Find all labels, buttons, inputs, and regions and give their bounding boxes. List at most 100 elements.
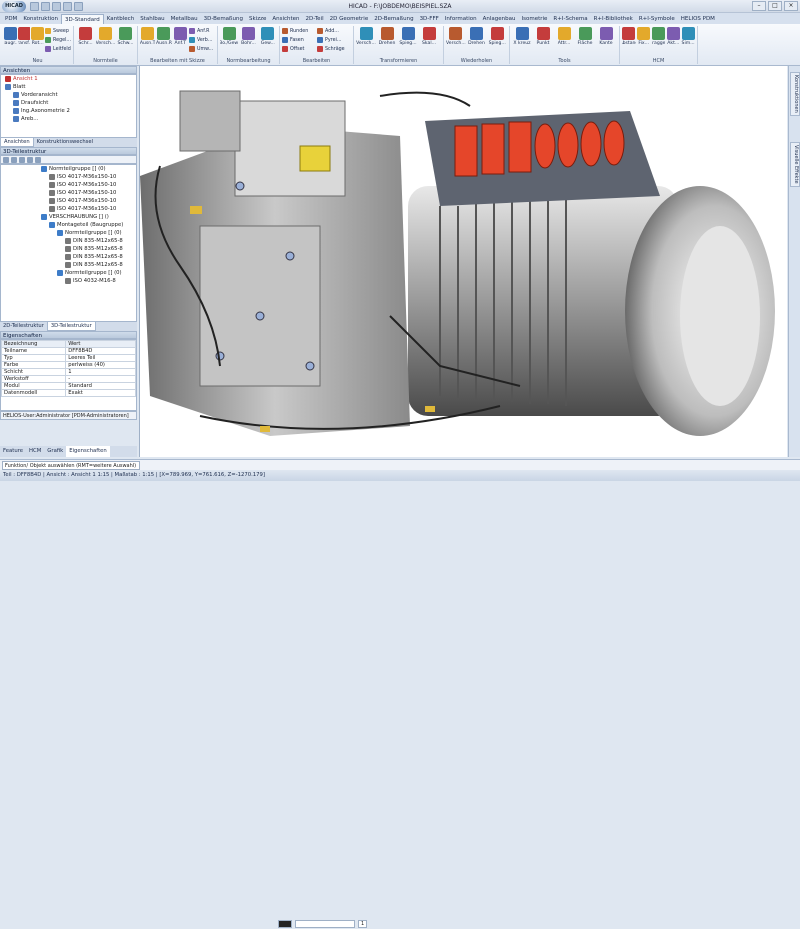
props-row[interactable]: Farbe perlweiss (40) <box>1 361 136 369</box>
ribbon-small-button[interactable]: Schräge <box>317 45 351 53</box>
ribbon-small-button[interactable]: Fasen <box>282 36 316 44</box>
ribbon-tab[interactable]: 3D-FFF <box>417 14 442 24</box>
undo-icon[interactable] <box>63 2 72 11</box>
ribbon-small-button[interactable]: Verb... <box>188 36 215 44</box>
props-row[interactable]: Datenmodell Exakt <box>1 389 136 397</box>
save-icon[interactable] <box>52 2 61 11</box>
ribbon-tab[interactable]: Information <box>442 14 480 24</box>
3d-viewport[interactable] <box>139 66 787 457</box>
props-row[interactable]: Modul Standard <box>1 382 136 390</box>
open-icon[interactable] <box>41 2 50 11</box>
layer-select[interactable]: 1 <box>358 920 368 928</box>
ribbon-button[interactable]: Transf... <box>17 27 31 53</box>
refresh-icon[interactable] <box>35 157 41 163</box>
view-item[interactable]: Draufsicht <box>1 99 136 107</box>
prop-value[interactable]: Standard <box>65 382 136 390</box>
ribbon-button[interactable]: Punkt <box>533 27 553 53</box>
tree-item[interactable]: VERSCHRAUBUNG [] () <box>1 213 136 221</box>
ribbon-tab[interactable]: 2D Geometrie <box>327 14 372 24</box>
ribbon-button[interactable]: Versch... <box>446 27 466 53</box>
close-button[interactable]: × <box>784 1 798 11</box>
tree-item[interactable]: DIN 835-M12x65-8 <box>1 245 136 253</box>
ribbon-tab[interactable]: 3D-Bemaßung <box>201 14 246 24</box>
view-item[interactable]: Ansicht 1 <box>1 75 136 83</box>
ribbon-tab[interactable]: Stahlbau <box>137 14 167 24</box>
ribbon-button[interactable]: Sim... <box>681 27 695 53</box>
ribbon-tab[interactable]: Kantblech <box>104 14 137 24</box>
ribbon-button[interactable]: Fix... <box>637 27 651 53</box>
ribbon-button[interactable]: Anf.T <box>173 27 188 53</box>
ribbon-tab[interactable]: 2D-Bemaßung <box>371 14 416 24</box>
prop-value[interactable]: DFF8B4D <box>65 347 136 355</box>
bottom-tab[interactable]: HCM <box>26 446 44 457</box>
ribbon-button[interactable]: Kante <box>596 27 616 53</box>
ribbon-tab[interactable]: R+I-Bibliothek <box>591 14 636 24</box>
ribbon-small-button[interactable]: Runden <box>282 27 316 35</box>
ribbon-button[interactable]: Spieg... <box>487 27 507 53</box>
new-icon[interactable] <box>30 2 39 11</box>
tree-item[interactable]: ISO 4017-M36x150-10 <box>1 189 136 197</box>
side-tab[interactable]: Visuelle Effekte <box>790 142 800 187</box>
ribbon-small-button[interactable]: Regel... <box>45 36 71 44</box>
ribbon-button[interactable]: Abstand <box>622 27 636 53</box>
ribbon-button[interactable]: X kreuz <box>512 27 532 53</box>
app-menu-button[interactable]: HICAD <box>2 1 26 12</box>
ribbon-small-button[interactable]: Umw... <box>188 45 215 53</box>
maximize-button[interactable]: □ <box>768 1 782 11</box>
view-item[interactable]: Areb... <box>1 115 136 123</box>
panel-tab[interactable]: 3D-Teilestruktur <box>46 322 96 331</box>
prop-value[interactable]: perlweiss (40) <box>65 361 136 369</box>
ribbon-tab[interactable]: PDM <box>2 14 20 24</box>
command-prompt[interactable]: Funktion/ Objekt auswählen (RMT=weitere … <box>2 461 140 470</box>
ribbon-tab[interactable]: Konstruktion <box>20 14 61 24</box>
ribbon-tab[interactable]: R+I-Schema <box>550 14 590 24</box>
props-row[interactable]: Werkstoff - <box>1 375 136 383</box>
ribbon-button[interactable]: Schr... <box>76 27 95 53</box>
redo-icon[interactable] <box>74 2 83 11</box>
ribbon-tab[interactable]: Isometrie <box>518 14 550 24</box>
view-item[interactable]: Ing.Axonometrie 2 <box>1 107 136 115</box>
tree-item[interactable]: ISO 4017-M36x150-10 <box>1 173 136 181</box>
ribbon-tab[interactable]: Skizze <box>246 14 269 24</box>
ribbon-tab[interactable]: Anlagenbau <box>480 14 519 24</box>
props-row[interactable]: Schicht 1 <box>1 368 136 376</box>
ribbon-button[interactable]: Versch... <box>356 27 376 53</box>
ribbon-button[interactable]: Drehen <box>377 27 397 53</box>
search-icon[interactable] <box>11 157 17 163</box>
ribbon-button[interactable]: Drehen <box>467 27 487 53</box>
tree-item[interactable]: Normteilgruppe [] (0) <box>1 229 136 237</box>
side-tab[interactable]: Konstruktionen <box>790 72 800 116</box>
ribbon-small-button[interactable]: Sweep <box>45 27 71 35</box>
tree-item[interactable]: ISO 4017-M36x150-10 <box>1 197 136 205</box>
ribbon-tab[interactable]: 2D-Teil <box>303 14 327 24</box>
ribbon-small-button[interactable]: Add... <box>317 27 351 35</box>
color-swatch[interactable] <box>278 920 292 928</box>
tree-item[interactable]: DIN 835-M12x65-8 <box>1 253 136 261</box>
minimize-button[interactable]: – <box>752 1 766 11</box>
tree-item[interactable]: Normteilgruppe [] (0) <box>1 269 136 277</box>
ribbon-button[interactable]: Ausn.R <box>156 27 172 53</box>
ribbon-button[interactable]: Schw... <box>116 27 135 53</box>
ribbon-button[interactable]: Spieg... <box>398 27 418 53</box>
tree-item[interactable]: ISO 4017-M36x150-10 <box>1 205 136 213</box>
tree-item[interactable]: DIN 835-M12x65-8 <box>1 237 136 245</box>
ribbon-button[interactable]: Bo./Gew. <box>220 27 238 53</box>
ribbon-tab[interactable]: HELIOS PDM <box>678 14 718 24</box>
prop-value[interactable]: Leeres Teil <box>65 354 136 362</box>
view-item[interactable]: Vorderansicht <box>1 91 136 99</box>
tree-item[interactable]: Montageteil (Baugruppe) <box>1 221 136 229</box>
prop-value[interactable]: - <box>65 375 136 383</box>
panel-tab[interactable]: 2D-Teilestruktur <box>0 322 47 331</box>
collapse-icon[interactable] <box>27 157 33 163</box>
props-row[interactable]: Teilname DFF8B4D <box>1 347 136 355</box>
ribbon-small-button[interactable]: Pyrei... <box>317 36 351 44</box>
props-row[interactable]: Typ Leeres Teil <box>1 354 136 362</box>
bottom-tab[interactable]: Feature <box>0 446 26 457</box>
panel-tab[interactable]: Ansichten <box>0 138 34 147</box>
ribbon-button[interactable]: Bohr... <box>239 27 257 53</box>
ribbon-button[interactable]: Gew... <box>259 27 277 53</box>
bottom-tab[interactable]: Eigenschaften <box>66 446 110 457</box>
ribbon-button[interactable]: Skal... <box>419 27 439 53</box>
ribbon-button[interactable]: Ausn.T <box>140 27 155 53</box>
expand-icon[interactable] <box>19 157 25 163</box>
